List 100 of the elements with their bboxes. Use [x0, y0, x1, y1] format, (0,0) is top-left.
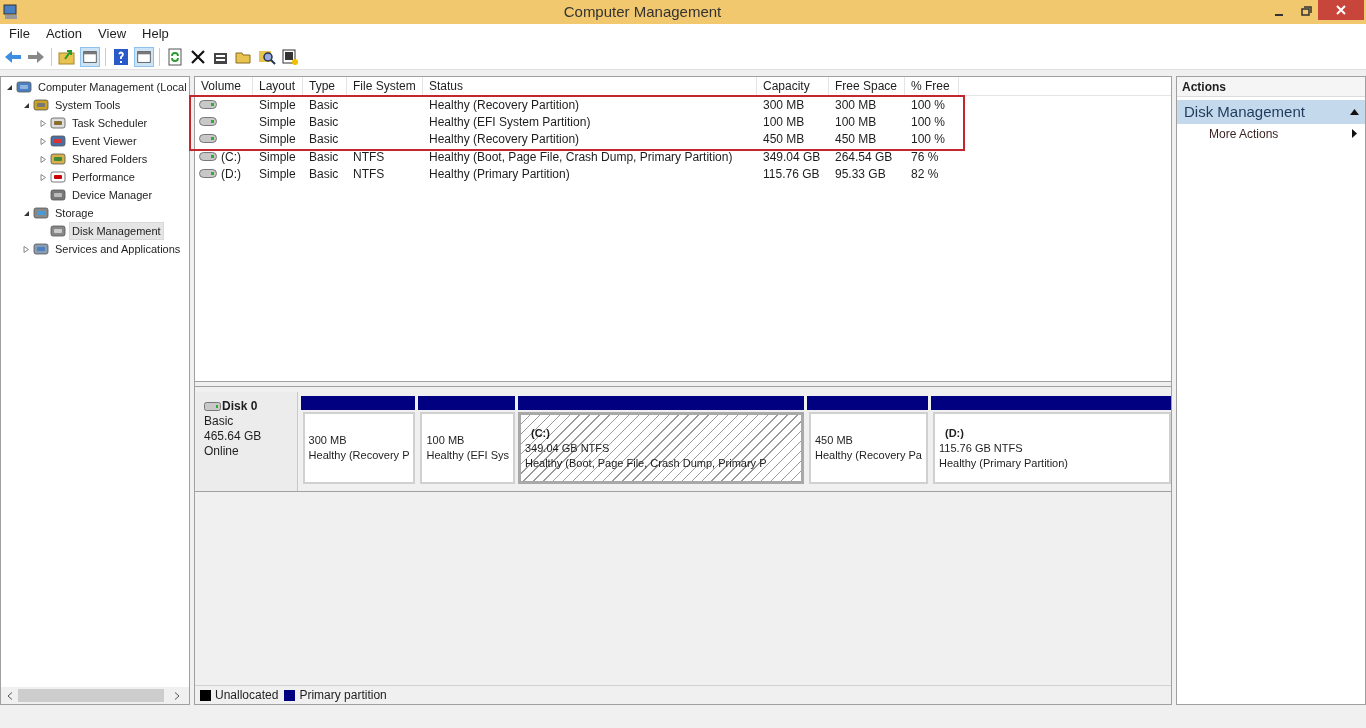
partition-volume: (D:) [945, 425, 964, 441]
table-cell-text: Simple [259, 96, 296, 114]
table-cell-text: Simple [259, 165, 296, 183]
partition-status: Healthy (Boot, Page File, Crash Dump, Primary P [525, 455, 767, 471]
pane-icon[interactable] [134, 46, 154, 67]
column-header[interactable]: Status [423, 77, 757, 95]
legend-label: Unallocated [215, 687, 279, 704]
actions-header: Actions [1177, 77, 1365, 97]
partition-size: 100 MB [426, 433, 465, 448]
tree-item[interactable]: Event Viewer [69, 131, 140, 151]
table-cell-text: Basic [309, 165, 339, 183]
scroll-thumb[interactable] [18, 689, 164, 702]
partition-status: Healthy (Recovery Pa [815, 448, 922, 463]
tree-item[interactable]: Device Manager [69, 185, 156, 205]
expanded-arrow-icon[interactable] [23, 209, 30, 217]
disk-label-panel[interactable]: Disk 0 Basic 465.64 GB Online [196, 392, 298, 491]
close-icon [1336, 5, 1346, 15]
table-cell-text: 300 MB [835, 96, 877, 114]
close-button[interactable] [1318, 0, 1364, 20]
scroll-right-icon[interactable] [173, 691, 180, 700]
table-cell-text: 76 % [911, 148, 939, 166]
help-icon[interactable] [111, 46, 131, 67]
submenu-arrow-icon [1352, 129, 1357, 138]
window-title: Computer Management [562, 1, 723, 22]
collapse-icon[interactable] [1350, 109, 1359, 115]
action-link[interactable]: More Actions [1177, 124, 1365, 143]
drive-icon [199, 100, 217, 109]
table-cell-text: Healthy (Primary Partition) [429, 165, 570, 183]
table-cell-text: Basic [309, 96, 339, 114]
table-cell-text: Healthy (Recovery Partition) [429, 130, 580, 148]
collapsed-arrow-icon[interactable] [40, 155, 47, 163]
drive-icon [199, 117, 217, 126]
table-cell-text: Basic [309, 113, 339, 131]
table-cell-text: (D:) [221, 165, 241, 183]
column-header[interactable]: % Free [905, 77, 959, 95]
table-cell-text: Simple [259, 148, 296, 166]
partition-volume: (C:) [531, 425, 550, 441]
partition-size: 115.76 GB NTFS [939, 440, 1023, 456]
refresh-icon[interactable] [165, 46, 185, 67]
disk-name: Disk 0 [222, 399, 258, 414]
table-cell-text: 450 MB [763, 130, 805, 148]
table-cell-text: 82 % [911, 165, 939, 183]
collapsed-arrow-icon[interactable] [40, 137, 47, 145]
partition-status: Healthy (EFI Sys [426, 448, 509, 463]
expanded-arrow-icon[interactable] [6, 83, 13, 91]
table-cell-text: 95.33 GB [835, 165, 886, 183]
column-header[interactable]: Free Space [829, 77, 905, 95]
menu-item[interactable]: View [91, 24, 134, 44]
partition-status: Healthy (Recovery P [308, 448, 410, 463]
table-cell-text: Healthy (EFI System Partition) [429, 113, 591, 131]
disk-status: Online [204, 444, 240, 459]
menu-item[interactable]: Help [135, 24, 176, 44]
actions-section[interactable]: Disk Management [1177, 100, 1365, 124]
collapsed-arrow-icon[interactable] [40, 119, 47, 127]
column-header[interactable]: Layout [253, 77, 303, 95]
tree-item[interactable]: Task Scheduler [69, 113, 151, 133]
menu-item[interactable]: File [2, 24, 37, 44]
column-header[interactable]: Volume [195, 77, 253, 95]
drive-icon [199, 152, 217, 161]
column-header[interactable]: Capacity [757, 77, 829, 95]
table-cell-text: Healthy (Boot, Page File, Crash Dump, Primary Partition) [429, 148, 733, 166]
tree-item[interactable]: System Tools [52, 95, 124, 115]
partition-size: 450 MB [815, 433, 853, 448]
table-cell-text: 450 MB [835, 130, 877, 148]
disk-type: Basic [204, 414, 235, 429]
pane-icon[interactable] [80, 46, 100, 67]
tree-item[interactable]: Performance [69, 167, 138, 187]
table-cell-text: NTFS [353, 148, 385, 166]
table-cell-text: 115.76 GB [763, 165, 820, 183]
horizontal-scrollbar[interactable] [1, 687, 189, 704]
table-cell-text: Simple [259, 130, 296, 148]
drive-icon [199, 169, 217, 178]
table-cell-text: Basic [309, 148, 339, 166]
drive-icon [204, 402, 221, 411]
table-cell-text: (C:) [221, 148, 241, 166]
scroll-left-icon[interactable] [6, 691, 13, 700]
table-cell-text: Healthy (Recovery Partition) [429, 96, 580, 114]
drive-icon [199, 134, 217, 143]
tree-item[interactable]: Computer Management (Local [35, 77, 190, 97]
tree-item[interactable]: Disk Management [69, 221, 164, 241]
column-header[interactable]: Type [303, 77, 347, 95]
table-cell-text: NTFS [353, 165, 385, 183]
table-cell-text: 349.04 GB [763, 148, 821, 166]
table-cell-text: 100 MB [763, 113, 805, 131]
table-cell-text: 300 MB [763, 96, 805, 114]
table-cell-text: Simple [259, 113, 296, 131]
table-cell-text: 100 MB [835, 113, 877, 131]
table-cell-text: 264.54 GB [835, 148, 893, 166]
tree-item[interactable]: Shared Folders [69, 149, 151, 169]
tree-item[interactable]: Storage [52, 203, 97, 223]
tree-item[interactable]: Services and Applications [52, 239, 184, 259]
collapsed-arrow-icon[interactable] [40, 173, 47, 181]
partition-size: 349.04 GB NTFS [525, 440, 610, 456]
column-header[interactable]: File System [347, 77, 423, 95]
table-cell-text: Basic [309, 130, 339, 148]
partition-size: 300 MB [308, 433, 347, 448]
expanded-arrow-icon[interactable] [23, 101, 30, 109]
menu-item[interactable]: Action [38, 24, 90, 44]
collapsed-arrow-icon[interactable] [23, 245, 30, 253]
partition-status: Healthy (Primary Partition) [939, 455, 1068, 471]
